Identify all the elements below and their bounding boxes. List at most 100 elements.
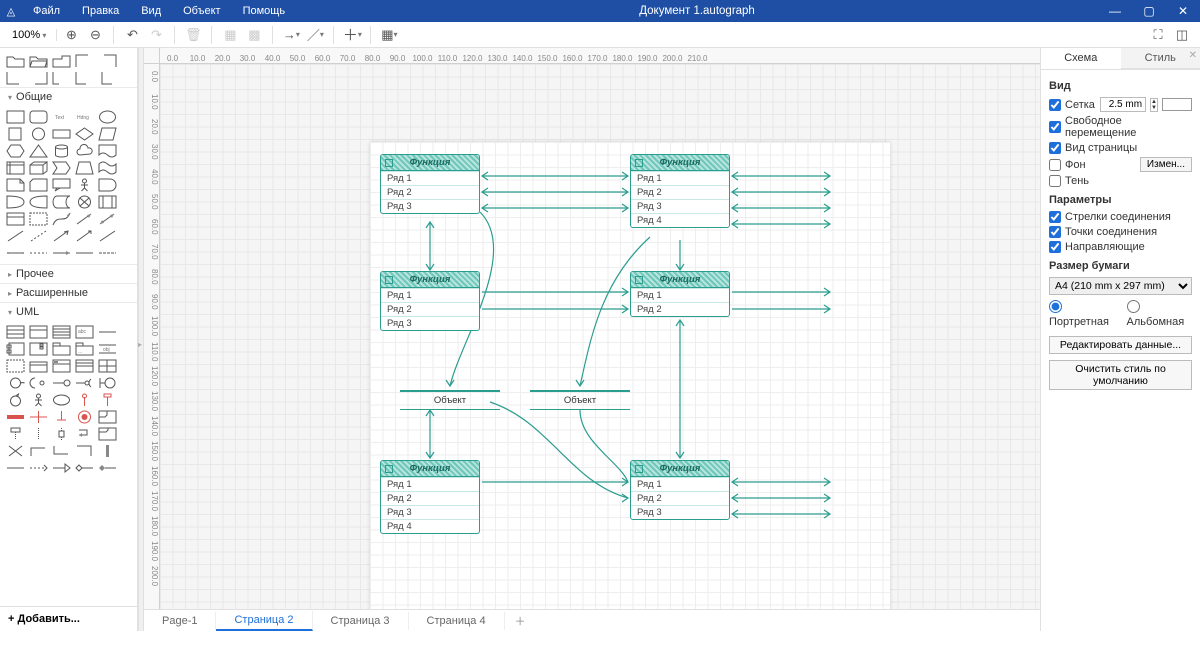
back-icon[interactable]: ▩ bbox=[244, 25, 264, 45]
uml-frame-icon[interactable] bbox=[98, 410, 117, 424]
close-icon[interactable]: ✕ bbox=[1166, 4, 1200, 18]
shape-document-icon[interactable] bbox=[98, 144, 117, 158]
entity-header[interactable]: Функция bbox=[631, 272, 729, 288]
uml-aggreg-icon[interactable] bbox=[75, 461, 94, 475]
shape-corner-tl-icon[interactable] bbox=[75, 54, 94, 68]
grid-color-swatch[interactable] bbox=[1162, 98, 1192, 111]
shape-dashed-line-icon[interactable] bbox=[29, 229, 48, 243]
undo-icon[interactable]: ↶ bbox=[122, 25, 142, 45]
shape-l3-icon[interactable] bbox=[98, 71, 117, 85]
entity-row[interactable]: Ряд 1 bbox=[631, 171, 729, 185]
grid-step-down-icon[interactable]: ▼ bbox=[1151, 105, 1157, 111]
shape-step-icon[interactable] bbox=[52, 161, 71, 175]
zoom-in-icon[interactable]: ⊕ bbox=[61, 25, 81, 45]
shape-diamond-icon[interactable] bbox=[75, 127, 94, 141]
shape-l2-icon[interactable] bbox=[75, 71, 94, 85]
entity-3[interactable]: ФункцияРяд 1Ряд 2 bbox=[630, 271, 730, 317]
uml-interface-icon[interactable] bbox=[6, 376, 25, 390]
shape-internal-storage-icon[interactable] bbox=[6, 161, 25, 175]
shape-parallelogram-icon[interactable] bbox=[98, 127, 117, 141]
entity-row[interactable]: Ряд 2 bbox=[631, 185, 729, 199]
uml-package2-icon[interactable]: ... bbox=[75, 342, 94, 356]
shape-list-icon[interactable] bbox=[6, 212, 25, 226]
uml-table3-icon[interactable] bbox=[98, 359, 117, 373]
shape-plain-line-icon[interactable] bbox=[98, 229, 117, 243]
entity-row[interactable]: Ряд 1 bbox=[631, 477, 729, 491]
entity-row[interactable]: Ряд 3 bbox=[381, 199, 479, 213]
background-checkbox[interactable] bbox=[1049, 159, 1061, 171]
uml-control-icon[interactable] bbox=[6, 393, 25, 407]
shape-delay-icon[interactable] bbox=[98, 178, 117, 192]
uml-frame2-icon[interactable] bbox=[98, 427, 117, 441]
shape-corner-tr-icon[interactable] bbox=[98, 54, 117, 68]
uml-table-icon[interactable] bbox=[52, 359, 71, 373]
entity-row[interactable]: Ряд 2 bbox=[381, 185, 479, 199]
fullscreen-icon[interactable]: ⛶ bbox=[1148, 25, 1168, 45]
entity-row[interactable]: Ряд 3 bbox=[631, 199, 729, 213]
entity-header[interactable]: Функция bbox=[631, 155, 729, 171]
uml-comp-icon[interactable] bbox=[6, 342, 25, 356]
entity-row[interactable]: Ряд 1 bbox=[381, 477, 479, 491]
shape-conn2-icon[interactable] bbox=[29, 246, 48, 260]
shape-conn1-icon[interactable] bbox=[6, 246, 25, 260]
uml-class2-icon[interactable] bbox=[29, 325, 48, 339]
uml-destroy-icon[interactable] bbox=[6, 444, 25, 458]
shape-dotted-rect-icon[interactable] bbox=[29, 212, 48, 226]
object-0[interactable]: Объект bbox=[400, 387, 500, 413]
shape-triangle-icon[interactable] bbox=[29, 144, 48, 158]
shape-arrow-ne-icon[interactable] bbox=[75, 212, 94, 226]
shape-circle-icon[interactable] bbox=[29, 127, 48, 141]
uml-fork-h-icon[interactable] bbox=[6, 410, 25, 424]
add-page-icon[interactable]: ＋ bbox=[505, 610, 536, 632]
shape-conn3-icon[interactable] bbox=[52, 246, 71, 260]
shape-note-icon[interactable] bbox=[6, 178, 25, 192]
tab-page-4[interactable]: Страница 4 bbox=[409, 612, 505, 630]
uml-actor2-icon[interactable] bbox=[29, 393, 48, 407]
category-uml[interactable]: UML bbox=[0, 302, 137, 321]
entity-1[interactable]: ФункцияРяд 1Ряд 2Ряд 3Ряд 4 bbox=[630, 154, 730, 228]
grid-checkbox[interactable] bbox=[1049, 99, 1061, 111]
uml-junction-icon[interactable] bbox=[29, 410, 48, 424]
add-shape-icon[interactable]: ＋ bbox=[342, 25, 362, 45]
shape-thin-arrow-icon[interactable] bbox=[75, 229, 94, 243]
entity-4[interactable]: ФункцияРяд 1Ряд 2Ряд 3Ряд 4 bbox=[380, 460, 480, 534]
shape-rect-icon[interactable] bbox=[6, 110, 25, 124]
shape-and-icon[interactable] bbox=[29, 195, 48, 209]
uml-table2-icon[interactable] bbox=[75, 359, 94, 373]
table-icon[interactable]: ▦ bbox=[379, 25, 399, 45]
uml-general-icon[interactable] bbox=[52, 461, 71, 475]
paper-size-select[interactable]: A4 (210 mm x 297 mm) bbox=[1049, 277, 1192, 295]
uml-assoc-icon[interactable] bbox=[6, 461, 25, 475]
entity-row[interactable]: Ряд 4 bbox=[381, 519, 479, 533]
uml-elbow2-icon[interactable] bbox=[52, 444, 71, 458]
entity-row[interactable]: Ряд 3 bbox=[381, 505, 479, 519]
shape-ellipse-icon[interactable] bbox=[98, 110, 117, 124]
page[interactable]: ФункцияРяд 1Ряд 2Ряд 3ФункцияРяд 1Ряд 2Р… bbox=[370, 142, 890, 609]
category-common[interactable]: Общие bbox=[0, 87, 137, 106]
line-style-icon[interactable]: ／ bbox=[305, 25, 325, 45]
entity-header[interactable]: Функция bbox=[631, 461, 729, 477]
entity-row[interactable]: Ряд 3 bbox=[381, 316, 479, 330]
shape-data-store-icon[interactable] bbox=[52, 195, 71, 209]
shape-square-icon[interactable] bbox=[6, 127, 25, 141]
entity-2[interactable]: ФункцияРяд 1Ряд 2Ряд 3 bbox=[380, 271, 480, 331]
shape-curve-s-icon[interactable] bbox=[52, 212, 71, 226]
shape-roundrect-icon[interactable] bbox=[29, 110, 48, 124]
entity-row[interactable]: Ряд 2 bbox=[381, 302, 479, 316]
object-1[interactable]: Объект bbox=[530, 387, 630, 413]
uml-pin2-icon[interactable] bbox=[98, 393, 117, 407]
uml-class-icon[interactable] bbox=[6, 325, 25, 339]
shape-or-icon[interactable] bbox=[6, 195, 25, 209]
shape-callout-icon[interactable] bbox=[52, 178, 71, 192]
front-icon[interactable]: ▦ bbox=[220, 25, 240, 45]
shape-folder-icon[interactable] bbox=[6, 54, 25, 68]
shape-tab-icon[interactable] bbox=[52, 54, 71, 68]
shape-card-icon[interactable] bbox=[29, 178, 48, 192]
shape-xor-icon[interactable] bbox=[75, 195, 94, 209]
shape-actor-icon[interactable] bbox=[75, 178, 94, 192]
shape-tape-icon[interactable] bbox=[98, 161, 117, 175]
entity-row[interactable]: Ряд 1 bbox=[381, 288, 479, 302]
landscape-radio[interactable] bbox=[1127, 300, 1140, 313]
uml-class3-icon[interactable] bbox=[52, 325, 71, 339]
redo-icon[interactable]: ↷ bbox=[146, 25, 166, 45]
